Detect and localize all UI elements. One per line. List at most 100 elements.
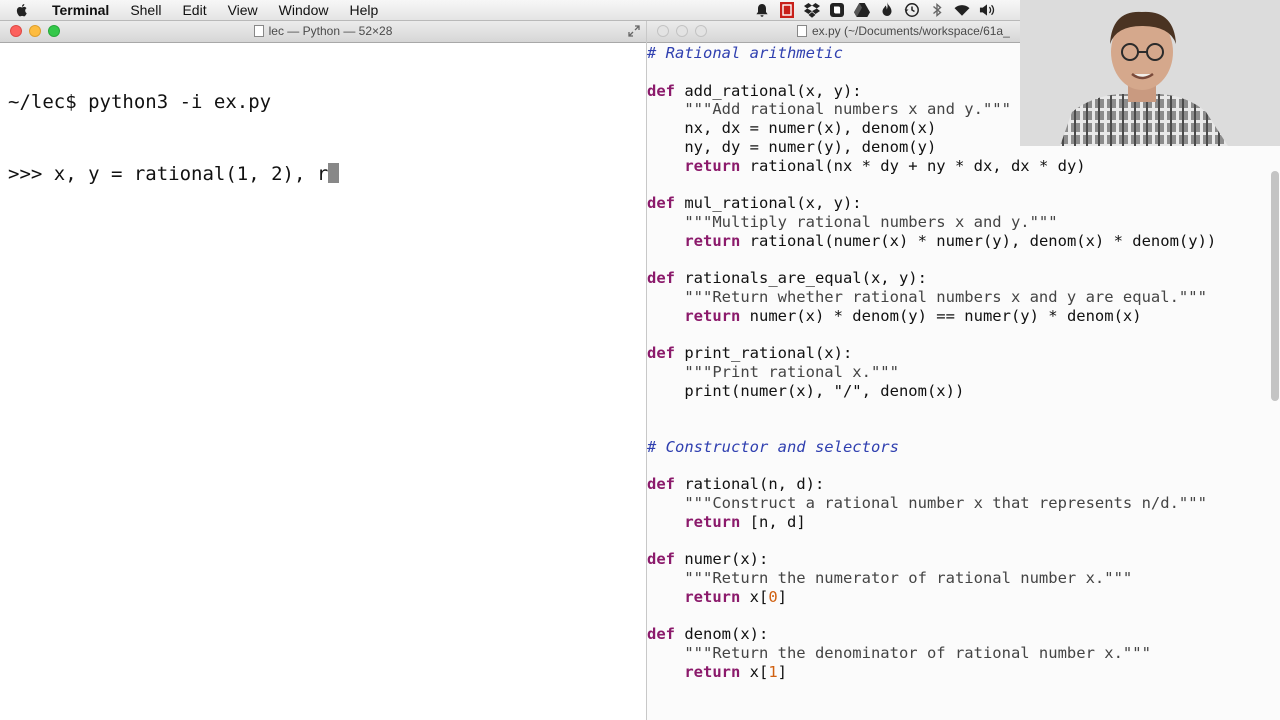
editor-window-controls (657, 25, 714, 37)
terminal-line: ~/lec$ python3 -i ex.py (8, 91, 272, 113)
editor-close-button[interactable] (657, 25, 669, 37)
code-docstring: """Multiply rational numbers x and y.""" (647, 212, 1058, 231)
bluetooth-icon[interactable] (929, 2, 945, 18)
code-keyword: def (647, 194, 675, 212)
code-text: x[ (740, 587, 769, 606)
time-machine-icon[interactable] (904, 2, 920, 18)
menu-app-terminal[interactable]: Terminal (52, 2, 109, 18)
code-keyword: return (684, 662, 741, 681)
editor-zoom-button[interactable] (695, 25, 707, 37)
document-icon (797, 25, 807, 37)
code-text: numer(x): (675, 550, 769, 569)
code-keyword: def (647, 269, 675, 287)
code-line: """Return whether rational numbers x and… (647, 288, 1216, 307)
menu-shell[interactable]: Shell (130, 2, 161, 18)
menu-view[interactable]: View (228, 2, 258, 18)
code-keyword: return (684, 512, 741, 531)
editor-scrollbar[interactable] (1271, 171, 1279, 401)
code-keyword: return (684, 306, 741, 325)
code-docstring: """Return whether rational numbers x and… (647, 287, 1207, 306)
code-line: """Print rational x.""" (647, 363, 1216, 382)
code-comment: # Rational arithmetic (647, 44, 843, 62)
code-keyword: return (684, 156, 741, 175)
code-text: denom(x): (675, 625, 769, 644)
code-text: ] (777, 587, 788, 606)
flame-icon[interactable] (879, 2, 895, 18)
code-text: rational(n, d): (675, 475, 825, 494)
presenter-image (1020, 0, 1280, 146)
code-line: def print_rational(x): (647, 344, 1216, 363)
wifi-icon[interactable] (954, 2, 970, 18)
terminal-title-bar[interactable]: lec — Python — 52×28 (0, 21, 646, 43)
code-line: return rational(numer(x) * numer(y), den… (647, 232, 1216, 251)
terminal-window[interactable]: lec — Python — 52×28 ~/lec$ python3 -i e… (0, 21, 646, 720)
code-line: """Return the denominator of rational nu… (647, 644, 1216, 663)
code-text: numer(x) * denom(y) == numer(y) * denom(… (740, 306, 1142, 325)
code-line: def rationals_are_equal(x, y): (647, 269, 1216, 288)
code-line: """Construct a rational number x that re… (647, 494, 1216, 513)
code-text: add_rational(x, y): (675, 81, 862, 100)
code-line: print(numer(x), "/", denom(x)) (647, 382, 1216, 401)
editor-title-text: ex.py (~/Documents/workspace/61a_ (812, 24, 1010, 38)
code-text: print_rational(x): (675, 344, 853, 362)
code-keyword: def (647, 550, 675, 569)
code-text: mul_rational(x, y): (675, 194, 862, 212)
code-docstring: """Print rational x.""" (647, 362, 899, 381)
code-keyword: def (647, 81, 675, 100)
code-comment: # Constructor and selectors (647, 437, 899, 456)
code-line: # Constructor and selectors (647, 438, 1216, 457)
code-line: def mul_rational(x, y): (647, 194, 1216, 213)
code-line: return x[0] (647, 588, 1216, 607)
evernote-icon[interactable] (829, 2, 845, 18)
code-text: print(numer(x), "/", denom(x)) (647, 381, 965, 400)
code-docstring: """Add rational numbers x and y.""" (647, 100, 1011, 119)
fullscreen-icon[interactable] (628, 25, 640, 37)
editor-minimize-button[interactable] (676, 25, 688, 37)
code-text: rational(numer(x) * numer(y), denom(x) *… (740, 231, 1217, 250)
code-docstring: """Construct a rational number x that re… (647, 494, 1207, 512)
code-line: def rational(n, d): (647, 475, 1216, 494)
code-text: nx, dx = numer(x), denom(x) (647, 119, 937, 137)
code-line: return rational(nx * dy + ny * dx, dx * … (647, 157, 1216, 176)
code-text: rational(nx * dy + ny * dx, dx * dy) (740, 156, 1086, 175)
code-number: 1 (768, 662, 778, 681)
menu-window[interactable]: Window (279, 2, 329, 18)
terminal-prompt-line: >>> x, y = rational(1, 2), r (8, 163, 329, 185)
menu-extras (754, 2, 1004, 18)
code-keyword: def (647, 625, 675, 644)
menu-help[interactable]: Help (349, 2, 378, 18)
volume-icon[interactable] (979, 2, 995, 18)
code-line: return [n, d] (647, 513, 1216, 532)
code-text: rationals_are_equal(x, y): (675, 269, 927, 287)
menu-edit[interactable]: Edit (182, 2, 206, 18)
code-keyword: def (647, 475, 675, 494)
terminal-title-text: lec — Python — 52×28 (268, 24, 393, 38)
text-cursor (328, 163, 340, 183)
code-keyword: return (684, 587, 741, 606)
code-line: """Multiply rational numbers x and y.""" (647, 213, 1216, 232)
code-line: """Return the numerator of rational numb… (647, 569, 1216, 588)
code-line: def numer(x): (647, 550, 1216, 569)
terminal-title: lec — Python — 52×28 (0, 24, 646, 38)
code-number: 0 (768, 587, 778, 606)
code-text: ] (777, 662, 788, 681)
folder-icon (253, 25, 264, 37)
red-square-icon[interactable] (779, 2, 795, 18)
dropbox-icon[interactable] (804, 2, 820, 18)
code-docstring: """Return the numerator of rational numb… (647, 569, 1133, 587)
apple-icon[interactable] (14, 2, 30, 18)
terminal-output[interactable]: ~/lec$ python3 -i ex.py >>> x, y = ratio… (8, 42, 340, 234)
code-line: def denom(x): (647, 625, 1216, 644)
drive-icon[interactable] (854, 2, 870, 18)
bell-icon[interactable] (754, 2, 770, 18)
code-keyword: return (684, 231, 741, 250)
